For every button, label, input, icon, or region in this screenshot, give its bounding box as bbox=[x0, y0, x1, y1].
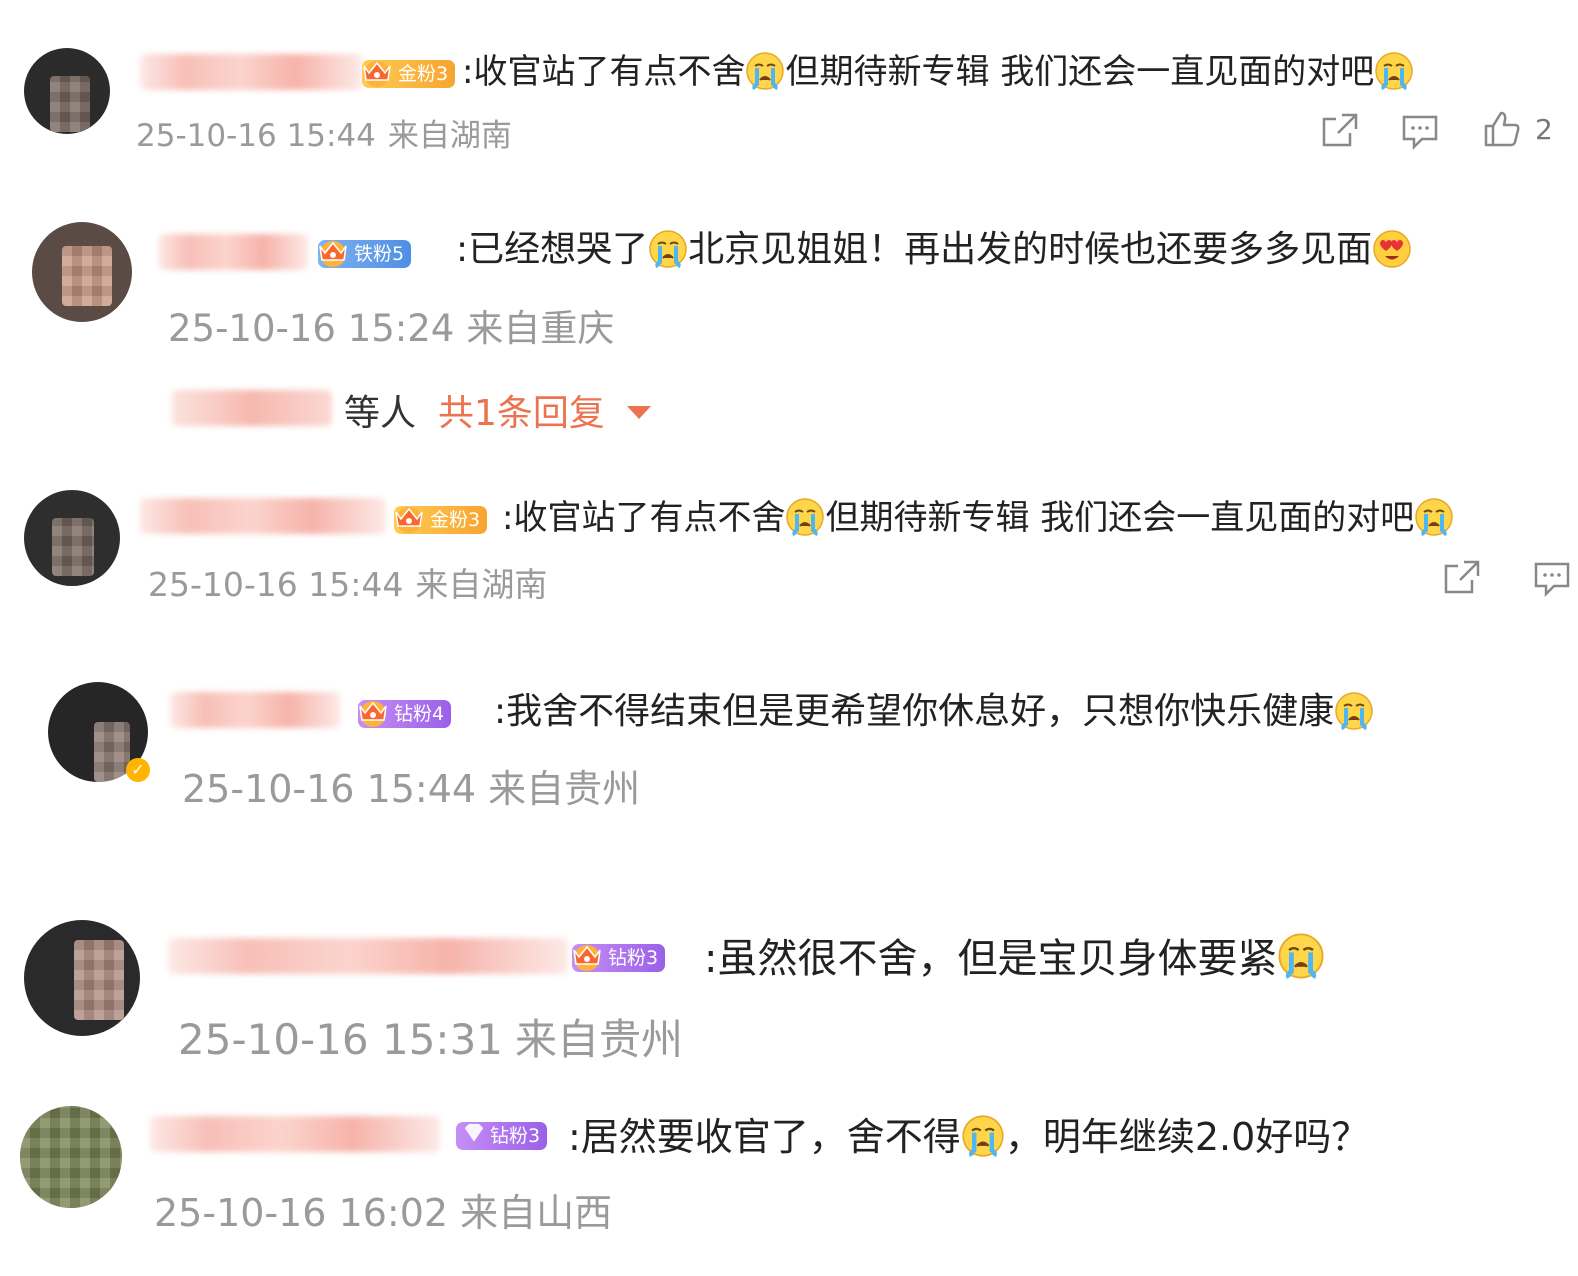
comment-text: :虽然很不舍，但是宝贝身体要紧 bbox=[704, 932, 1325, 984]
crown-icon bbox=[568, 936, 606, 974]
fan-level-badge[interactable]: 金粉3 bbox=[362, 60, 456, 88]
reply-user-blurred bbox=[172, 390, 332, 426]
fan-level-badge[interactable]: 铁粉5 bbox=[318, 240, 412, 268]
avatar[interactable] bbox=[24, 920, 140, 1036]
badge-label: 钻粉3 bbox=[608, 947, 659, 969]
reply-suffix: 等人 bbox=[344, 393, 417, 434]
comment-meta: 25-10-16 15:44 来自湖南 bbox=[148, 558, 547, 606]
crying-emoji bbox=[961, 1114, 1005, 1158]
crying-emoji bbox=[785, 497, 825, 537]
comment-meta: 25-10-16 15:31 来自贵州 bbox=[178, 1006, 683, 1067]
share-icon[interactable] bbox=[1320, 111, 1360, 151]
comment-text: :收官站了有点不舍 但期待新专辑 我们还会一直见面的对吧 bbox=[502, 496, 1454, 540]
comment-text: :收官站了有点不舍 但期待新专辑 我们还会一直见面的对吧 bbox=[462, 50, 1414, 94]
crying-emoji bbox=[1334, 691, 1374, 731]
crown-icon bbox=[354, 692, 392, 730]
timestamp: 25-10-16 15:31 bbox=[178, 1015, 504, 1064]
chevron-down-icon[interactable] bbox=[626, 406, 651, 419]
crying-emoji bbox=[1414, 497, 1454, 537]
comment-icon[interactable] bbox=[1400, 111, 1440, 151]
comment-text: :我舍不得结束但是更希望你休息好，只想你快乐健康 bbox=[494, 690, 1374, 734]
timestamp: 25-10-16 15:44 bbox=[136, 118, 376, 154]
badge-label: 铁粉5 bbox=[354, 243, 405, 265]
fan-level-badge[interactable]: 金粉3 bbox=[394, 506, 488, 534]
crown-icon bbox=[314, 232, 352, 270]
comment-item: 钻粉3 :居然要收官了，舍不得 ，明年继续2.0好吗？ 25-10-16 16:0… bbox=[0, 1090, 1578, 1270]
fan-level-badge[interactable]: 钻粉3 bbox=[572, 944, 666, 972]
crying-emoji bbox=[745, 51, 785, 91]
comment-meta: 25-10-16 15:44 来自贵州 bbox=[182, 758, 640, 813]
fan-level-badge[interactable]: 钻粉4 bbox=[358, 700, 452, 728]
badge-label: 钻粉3 bbox=[490, 1125, 541, 1147]
like-icon[interactable] bbox=[1482, 109, 1522, 149]
reply-summary[interactable]: 等人 共1条回复 bbox=[344, 384, 651, 436]
timestamp: 25-10-16 16:02 bbox=[154, 1191, 449, 1235]
username-blurred[interactable] bbox=[150, 1116, 440, 1152]
comment-item: ✓ 钻粉4 :我舍不得结束但是更希望你休息好，只想你快乐健康 25-10-16 … bbox=[0, 660, 1578, 860]
username-blurred[interactable] bbox=[158, 234, 308, 270]
like-count: 2 bbox=[1535, 113, 1553, 146]
avatar[interactable] bbox=[20, 1106, 122, 1208]
fan-level-badge[interactable]: 钻粉3 bbox=[456, 1122, 548, 1150]
reply-count-link[interactable]: 共1条回复 bbox=[438, 393, 605, 434]
location: 来自山西 bbox=[460, 1191, 613, 1235]
username-blurred[interactable] bbox=[170, 692, 340, 728]
verified-icon: ✓ bbox=[126, 758, 150, 782]
crying-emoji bbox=[648, 229, 688, 269]
location: 来自贵州 bbox=[488, 767, 641, 811]
username-blurred[interactable] bbox=[140, 498, 386, 534]
badge-label: 钻粉4 bbox=[394, 703, 445, 725]
avatar[interactable] bbox=[24, 490, 120, 586]
location: 来自重庆 bbox=[466, 307, 615, 350]
diamond-icon bbox=[464, 1123, 484, 1142]
timestamp: 25-10-16 15:44 bbox=[148, 565, 404, 604]
location: 来自湖南 bbox=[387, 118, 512, 154]
share-icon[interactable] bbox=[1442, 558, 1482, 598]
heart-eyes-emoji bbox=[1372, 229, 1412, 269]
badge-label: 金粉3 bbox=[430, 509, 481, 531]
comment-meta: 25-10-16 15:24 来自重庆 bbox=[168, 298, 614, 352]
comment-item: 金粉3 :收官站了有点不舍 但期待新专辑 我们还会一直见面的对吧 25-10-16… bbox=[0, 0, 1578, 175]
badge-label: 金粉3 bbox=[398, 63, 449, 85]
comment-item: 金粉3 :收官站了有点不舍 但期待新专辑 我们还会一直见面的对吧 25-10-16… bbox=[0, 470, 1578, 630]
comment-meta: 25-10-16 16:02 来自山西 bbox=[154, 1182, 612, 1237]
comment-text: :居然要收官了，舍不得 ，明年继续2.0好吗？ bbox=[568, 1114, 1370, 1159]
crown-icon bbox=[390, 498, 428, 536]
crying-emoji bbox=[1277, 932, 1325, 980]
comment-icon[interactable] bbox=[1532, 558, 1572, 598]
location: 来自贵州 bbox=[515, 1015, 684, 1064]
location: 来自湖南 bbox=[415, 565, 548, 604]
timestamp: 25-10-16 15:24 bbox=[168, 307, 455, 350]
username-blurred[interactable] bbox=[140, 54, 362, 90]
comment-item: 钻粉3 :虽然很不舍，但是宝贝身体要紧 25-10-16 15:31 来自贵州 bbox=[0, 900, 1578, 1080]
username-blurred[interactable] bbox=[168, 938, 568, 974]
comment-item: 铁粉5 :已经想哭了 北京见姐姐！再出发的时候也还要多多见面 25-10-16 1… bbox=[0, 200, 1578, 450]
crown-icon bbox=[358, 52, 396, 90]
timestamp: 25-10-16 15:44 bbox=[182, 767, 477, 811]
avatar[interactable] bbox=[24, 48, 110, 134]
comment-meta: 25-10-16 15:44 来自湖南 bbox=[136, 110, 512, 155]
crying-emoji bbox=[1374, 51, 1414, 91]
avatar[interactable] bbox=[32, 222, 132, 322]
comment-text: :已经想哭了 北京见姐姐！再出发的时候也还要多多见面 bbox=[456, 228, 1412, 272]
